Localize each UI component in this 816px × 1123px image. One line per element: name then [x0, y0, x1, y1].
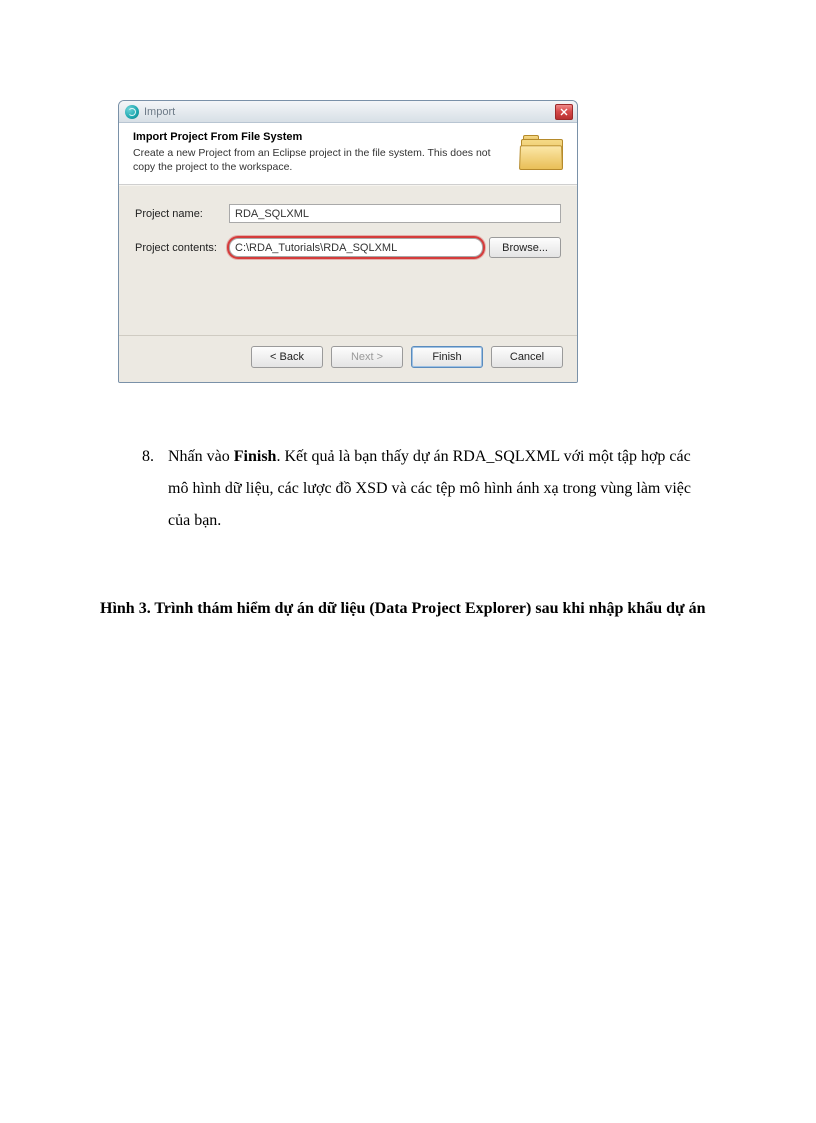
list-body: Nhấn vào Finish. Kết quả là bạn thấy dự … [168, 441, 716, 537]
browse-button[interactable]: Browse... [489, 237, 561, 258]
list-number: 8. [142, 441, 168, 537]
dialog-banner: Import Project From File System Create a… [119, 123, 577, 185]
import-dialog: Import Import Project From File System C… [118, 100, 578, 383]
cancel-button[interactable]: Cancel [491, 346, 563, 368]
window-title: Import [144, 106, 175, 118]
dialog-titlebar: Import [119, 101, 577, 123]
folder-icon [519, 133, 565, 171]
next-button: Next > [331, 346, 403, 368]
dialog-button-bar: < Back Next > Finish Cancel [119, 335, 577, 382]
project-contents-input[interactable] [229, 238, 483, 257]
back-button[interactable]: < Back [251, 346, 323, 368]
close-icon[interactable] [555, 104, 573, 120]
list-text-bold: Finish [234, 448, 277, 465]
figure-caption: Hình 3. Trình thám hiểm dự án dữ liệu (D… [100, 593, 716, 625]
app-icon [125, 105, 139, 119]
list-item: 8. Nhấn vào Finish. Kết quả là bạn thấy … [142, 441, 716, 537]
finish-button[interactable]: Finish [411, 346, 483, 368]
banner-description: Create a new Project from an Eclipse pro… [133, 146, 511, 174]
project-name-input[interactable] [229, 204, 561, 223]
project-contents-label: Project contents: [135, 242, 229, 254]
project-name-label: Project name: [135, 208, 229, 220]
document-body: 8. Nhấn vào Finish. Kết quả là bạn thấy … [100, 441, 716, 537]
dialog-form: Project name: Project contents: Browse..… [119, 185, 577, 335]
banner-title: Import Project From File System [133, 131, 511, 143]
list-text-pre: Nhấn vào [168, 448, 234, 465]
